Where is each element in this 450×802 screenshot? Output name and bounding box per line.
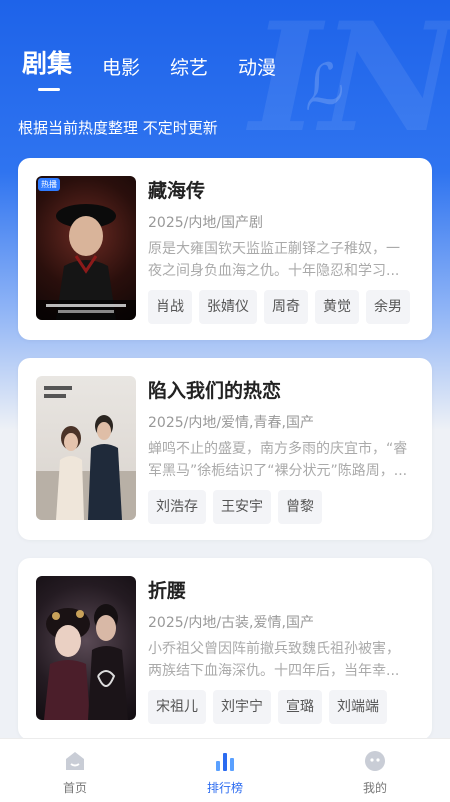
profile-icon bbox=[365, 751, 385, 771]
tab-label: 剧集 bbox=[22, 49, 73, 78]
cast-tag[interactable]: 宣璐 bbox=[278, 690, 322, 724]
cast-tag[interactable]: 刘浩存 bbox=[148, 490, 206, 524]
nav-home[interactable]: 首页 bbox=[0, 739, 150, 802]
item-meta: 2025/内地/国产剧 bbox=[148, 215, 264, 231]
list-item[interactable]: 折腰 2025/内地/古装,爱情,国产 小乔祖父曾因阵前撤兵致魏氏祖孙被害，两族… bbox=[18, 558, 432, 740]
platform-badge: 热播 bbox=[38, 178, 60, 191]
nav-ranking[interactable]: 排行榜 bbox=[150, 739, 300, 802]
tab-anime[interactable]: 动漫 bbox=[238, 53, 276, 80]
item-info: 藏海传 2025/内地/国产剧 原是大雍国钦天监监正蒯铎之子稚奴，一夜之间身负血… bbox=[148, 176, 410, 324]
cast-tag[interactable]: 宋祖儿 bbox=[148, 690, 206, 724]
active-tab-indicator bbox=[38, 88, 60, 91]
poster-image bbox=[36, 576, 136, 720]
tab-series[interactable]: 剧集 bbox=[22, 44, 73, 91]
poster-image bbox=[36, 376, 136, 520]
cast-tag[interactable]: 黄觉 bbox=[315, 290, 359, 324]
cast-tag[interactable]: 余男 bbox=[366, 290, 410, 324]
list-item[interactable]: 热播 藏海传 2025/内地/国产剧 原是大雍国钦天监监正蒯铎之子稚奴，一夜之间… bbox=[18, 158, 432, 340]
cast-tags: 刘浩存 王安宇 曾黎 bbox=[148, 490, 408, 524]
tab-label: 动漫 bbox=[238, 57, 277, 79]
poster-art bbox=[44, 604, 128, 720]
cast-tags: 肖战 张婧仪 周奇 黄觉 余男 bbox=[148, 290, 410, 324]
tab-label: 综艺 bbox=[170, 57, 209, 79]
tab-label: 电影 bbox=[102, 57, 141, 79]
item-description: 小乔祖父曾因阵前撤兵致魏氏祖孙被害，两族结下血海深仇。十四年后，当年幸... bbox=[148, 641, 400, 679]
nav-label: 我的 bbox=[362, 781, 387, 795]
category-tabs: 剧集 电影 综艺 动漫 bbox=[22, 44, 306, 91]
cast-tag[interactable]: 周奇 bbox=[264, 290, 308, 324]
item-title: 折腰 bbox=[148, 580, 187, 602]
page-subtitle: 根据当前热度整理 不定时更新 bbox=[18, 119, 218, 137]
item-meta: 2025/内地/古装,爱情,国产 bbox=[148, 615, 314, 631]
poster-art bbox=[36, 386, 136, 520]
cast-tag[interactable]: 肖战 bbox=[148, 290, 192, 324]
cast-tag[interactable]: 曾黎 bbox=[278, 490, 322, 524]
nav-label: 首页 bbox=[62, 781, 87, 795]
tab-movies[interactable]: 电影 bbox=[102, 53, 140, 80]
cast-tag[interactable]: 王安宇 bbox=[213, 490, 271, 524]
cast-tags: 宋祖儿 刘宇宁 宣璐 刘端端 bbox=[148, 690, 408, 724]
poster-art bbox=[36, 204, 136, 320]
banner-decoration: IN bbox=[231, 0, 450, 166]
item-info: 折腰 2025/内地/古装,爱情,国产 小乔祖父曾因阵前撤兵致魏氏祖孙被害，两族… bbox=[148, 576, 408, 724]
bottom-navigation: 首页 排行榜 我的 bbox=[0, 738, 450, 802]
item-description: 原是大雍国钦天监监正蒯铎之子稚奴，一夜之间身负血海之仇。十年隐忍和学习... bbox=[148, 241, 400, 279]
home-icon bbox=[66, 752, 84, 770]
item-meta: 2025/内地/爱情,青春,国产 bbox=[148, 415, 314, 431]
poster-image: 热播 bbox=[36, 176, 136, 320]
ranking-icon bbox=[216, 753, 234, 771]
item-info: 陷入我们的热恋 2025/内地/爱情,青春,国产 蝉鸣不止的盛夏，南方多雨的庆宜… bbox=[148, 376, 408, 524]
item-title: 藏海传 bbox=[148, 180, 206, 202]
tab-variety[interactable]: 综艺 bbox=[170, 53, 208, 80]
nav-label: 排行榜 bbox=[206, 781, 243, 795]
cast-tag[interactable]: 张婧仪 bbox=[199, 290, 257, 324]
cast-tag[interactable]: 刘端端 bbox=[329, 690, 387, 724]
cast-tag[interactable]: 刘宇宁 bbox=[213, 690, 271, 724]
nav-profile[interactable]: 我的 bbox=[300, 739, 450, 802]
item-title: 陷入我们的热恋 bbox=[148, 380, 282, 402]
list-item[interactable]: 陷入我们的热恋 2025/内地/爱情,青春,国产 蝉鸣不止的盛夏，南方多雨的庆宜… bbox=[18, 358, 432, 540]
item-description: 蝉鸣不止的盛夏，南方多雨的庆宜市，“睿军黑马”徐栀结识了“裸分状元”陈路周，..… bbox=[148, 441, 408, 479]
